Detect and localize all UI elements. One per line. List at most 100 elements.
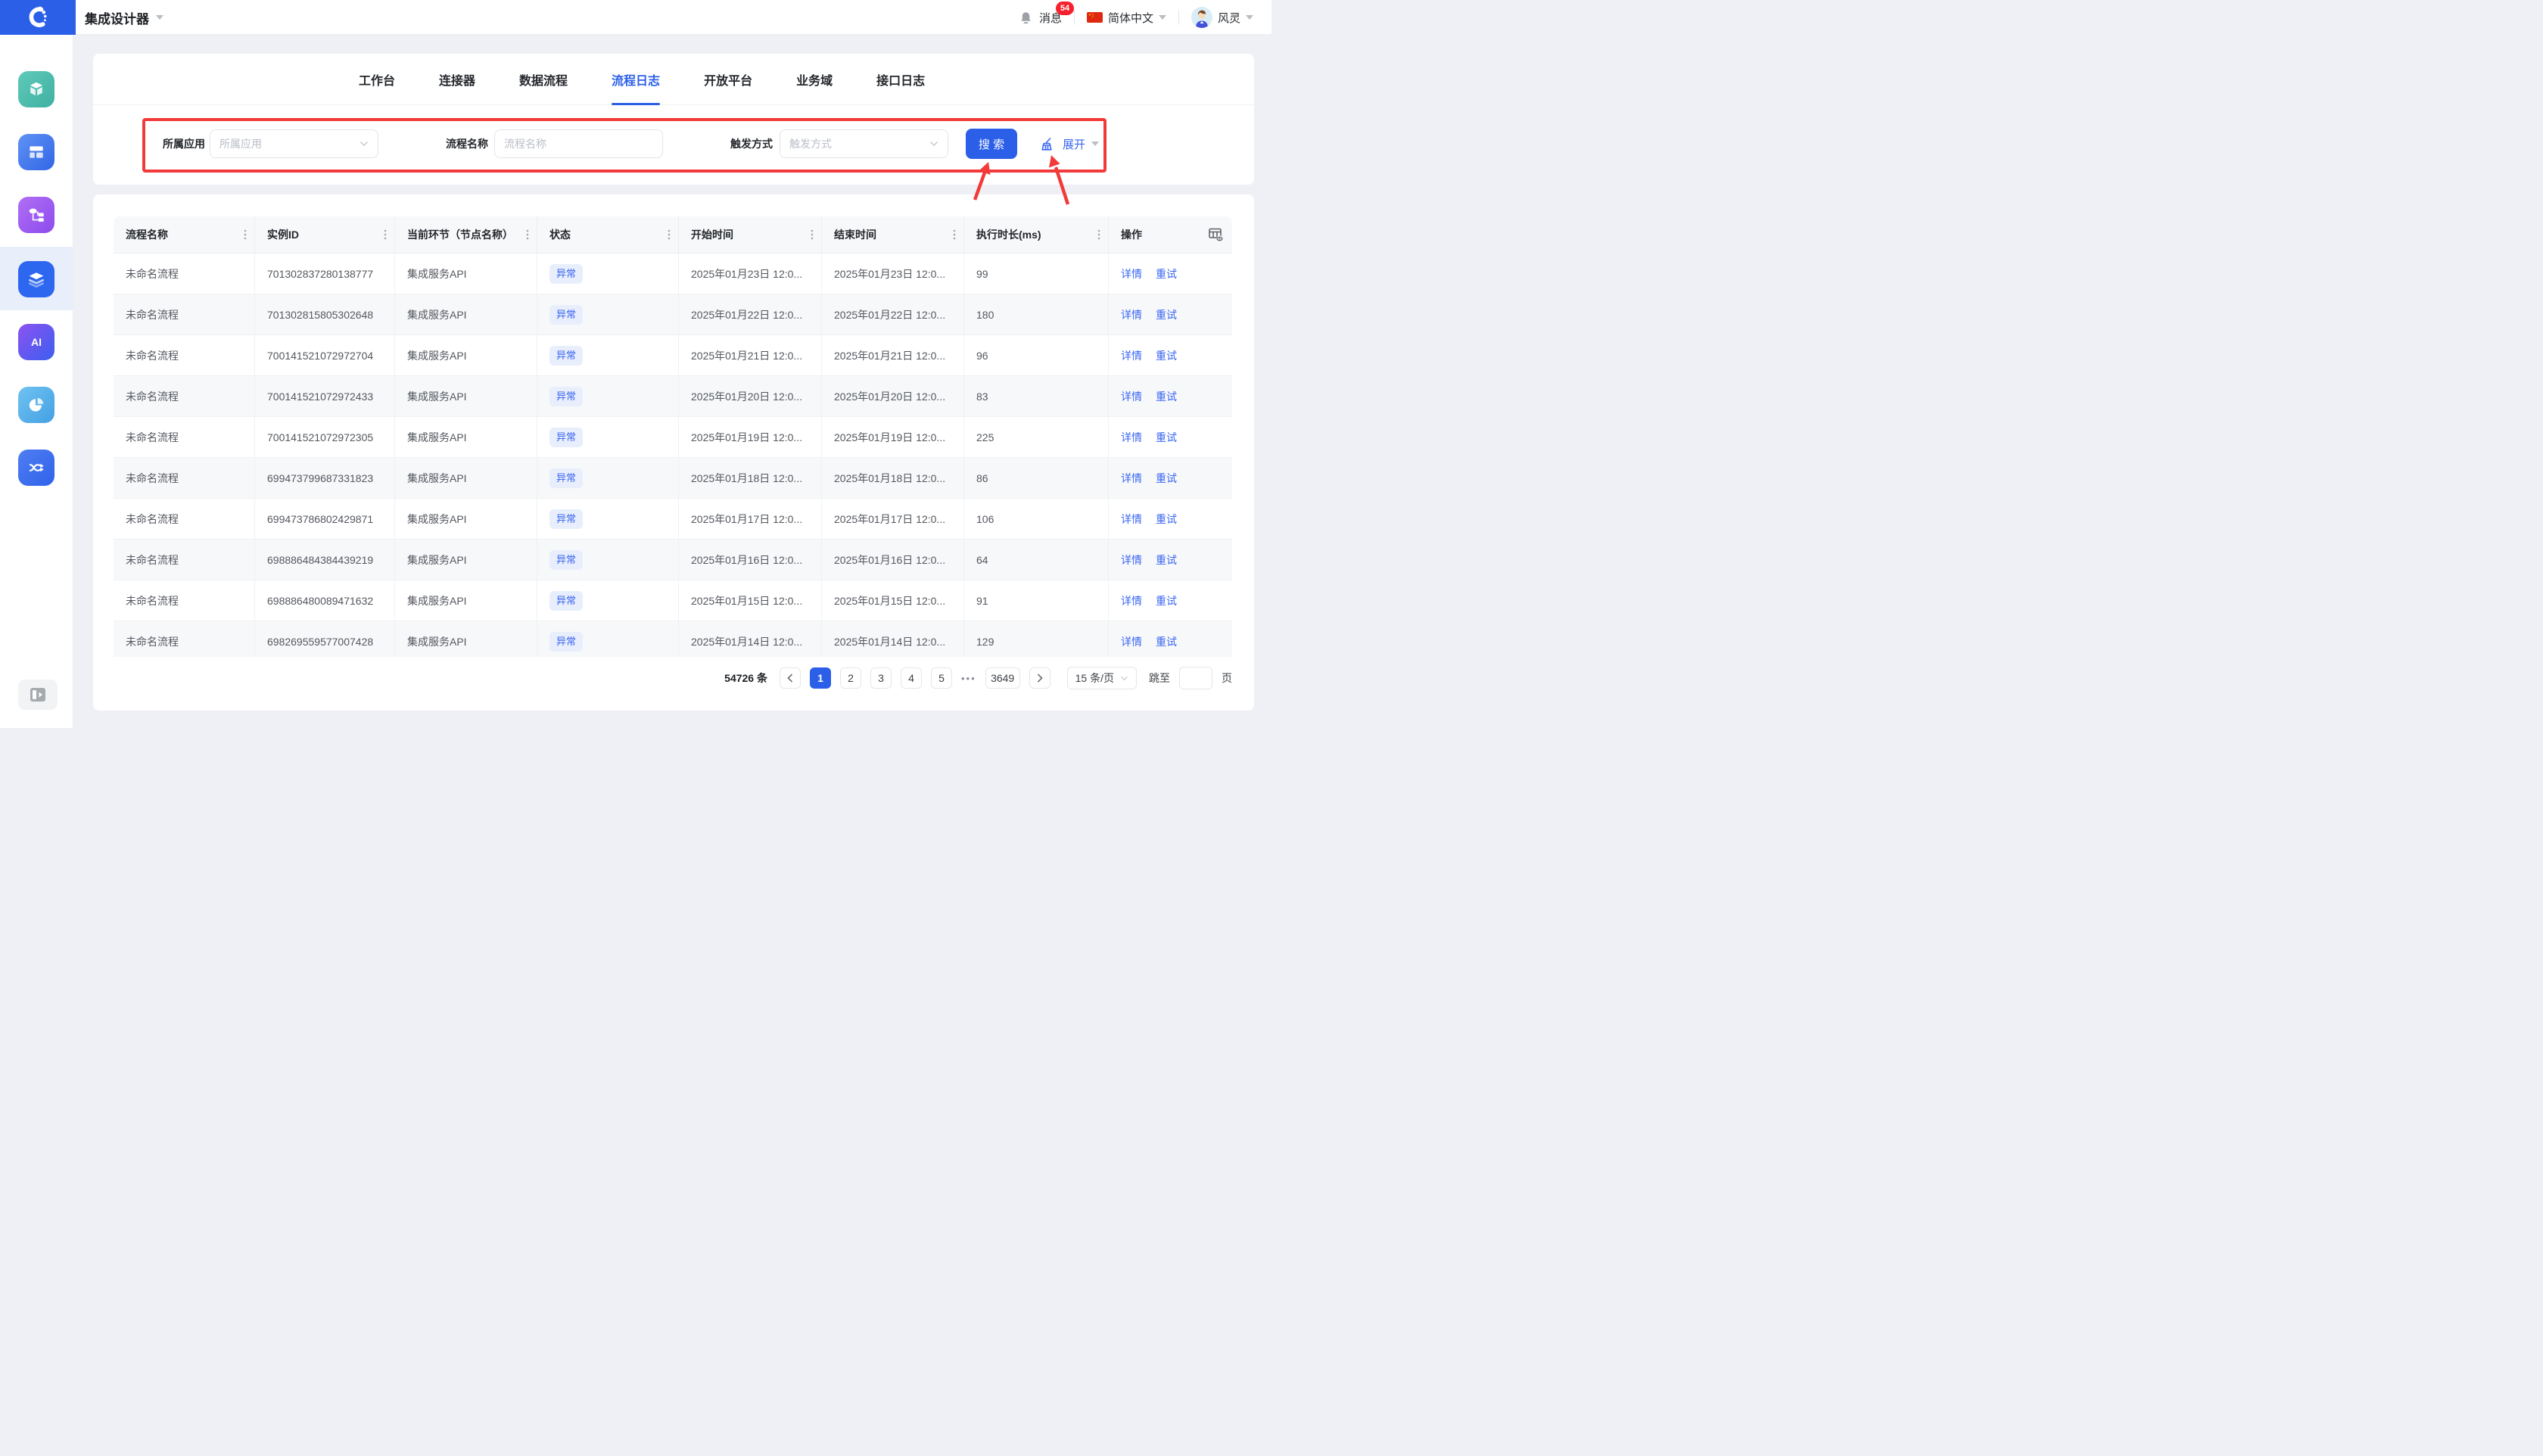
sidebar-item-integrations[interactable] [18,450,54,486]
expand-chevron-down-icon [1091,142,1099,146]
action-详情-link[interactable]: 详情 [1121,512,1142,527]
sidebar-item-analytics[interactable] [18,387,54,423]
column-header-id[interactable]: 实例ID [255,216,395,253]
sidebar-item-flowchart[interactable] [18,197,54,233]
column-menu-icon[interactable] [668,229,671,240]
jump-page-input[interactable] [1179,667,1212,689]
page-button-4[interactable]: 4 [901,667,922,689]
column-header-start[interactable]: 开始时间 [679,216,822,253]
column-header-status[interactable]: 状态 [537,216,679,253]
svg-text:AI: AI [31,336,42,348]
column-header-duration[interactable]: 执行时长(ms) [964,216,1109,253]
expand-filters-link[interactable]: 展开 [1063,129,1099,158]
cell-start-time: 2025年01月14日 12:0... [679,621,822,657]
tab-流程日志[interactable]: 流程日志 [612,54,660,105]
column-menu-icon[interactable] [526,229,529,240]
bell-icon[interactable] [1019,11,1033,25]
action-重试-link[interactable]: 重试 [1156,512,1177,527]
action-重试-link[interactable]: 重试 [1156,266,1177,282]
header-divider [1178,10,1179,25]
column-menu-icon[interactable] [811,229,814,240]
sidebar-item-dashboard[interactable] [18,134,54,170]
action-重试-link[interactable]: 重试 [1156,634,1177,649]
logo-icon [24,4,51,31]
tab-工作台[interactable]: 工作台 [359,54,395,105]
next-page-button[interactable] [1029,667,1051,689]
column-settings-icon[interactable] [1208,227,1225,242]
cell-actions: 详情重试 [1109,580,1232,621]
page-button-5[interactable]: 5 [931,667,952,689]
cell-actions: 详情重试 [1109,294,1232,334]
column-header-end[interactable]: 结束时间 [822,216,964,253]
action-详情-link[interactable]: 详情 [1121,552,1142,568]
action-详情-link[interactable]: 详情 [1121,307,1142,322]
cell-actions: 详情重试 [1109,458,1232,498]
action-重试-link[interactable]: 重试 [1156,430,1177,445]
cell-status: 异常 [537,335,679,375]
tab-接口日志[interactable]: 接口日志 [876,54,925,105]
clear-filters-broom-icon[interactable] [1039,136,1056,153]
page-button-2[interactable]: 2 [840,667,861,689]
title-chevron-down-icon[interactable] [156,15,163,20]
action-详情-link[interactable]: 详情 [1121,348,1142,363]
cell-end-time: 2025年01月17日 12:0... [822,499,964,539]
app-select[interactable]: 所属应用 [210,129,378,158]
language-selector[interactable]: 简体中文 [1087,10,1166,26]
column-menu-icon[interactable] [1097,229,1100,240]
action-详情-link[interactable]: 详情 [1121,471,1142,486]
status-badge: 异常 [549,305,583,325]
cell-node: 集成服务API [395,621,537,657]
status-badge: 异常 [549,387,583,406]
tab-开放平台[interactable]: 开放平台 [704,54,752,105]
action-详情-link[interactable]: 详情 [1121,266,1142,282]
tab-数据流程[interactable]: 数据流程 [519,54,568,105]
action-重试-link[interactable]: 重试 [1156,471,1177,486]
page-size-select[interactable]: 15 条/页 [1067,667,1137,689]
top-header: 集成设计器 消息 54 [0,0,1272,35]
layout-icon [26,142,46,162]
cell-actions: 详情重试 [1109,335,1232,375]
user-menu[interactable]: 风灵 [1191,7,1253,28]
messages-button[interactable]: 消息 54 [1039,10,1062,26]
sidebar-collapse-button[interactable] [18,680,58,710]
column-menu-icon[interactable] [244,229,247,240]
prev-page-button[interactable] [780,667,801,689]
sidebar-item-ai[interactable]: AI [18,324,54,360]
action-重试-link[interactable]: 重试 [1156,593,1177,608]
last-page-button[interactable]: 3649 [985,667,1020,689]
column-menu-icon[interactable] [384,229,387,240]
column-header-node[interactable]: 当前环节（节点名称） [395,216,537,253]
action-详情-link[interactable]: 详情 [1121,430,1142,445]
sidebar-item-cube[interactable] [18,71,54,107]
column-menu-icon[interactable] [953,229,956,240]
action-重试-link[interactable]: 重试 [1156,389,1177,404]
page-button-3[interactable]: 3 [870,667,892,689]
column-header-name[interactable]: 流程名称 [114,216,255,253]
table-row: 未命名流程701302815805302648集成服务API异常2025年01月… [114,294,1232,335]
action-重试-link[interactable]: 重试 [1156,348,1177,363]
page-ellipsis[interactable]: ••• [961,673,976,684]
status-badge: 异常 [549,632,583,652]
table-row: 未命名流程698886484384439219集成服务API异常2025年01月… [114,540,1232,580]
action-重试-link[interactable]: 重试 [1156,307,1177,322]
status-badge: 异常 [549,428,583,447]
cell-status: 异常 [537,621,679,657]
action-详情-link[interactable]: 详情 [1121,634,1142,649]
page-button-1[interactable]: 1 [810,667,831,689]
cell-duration: 106 [964,499,1109,539]
tab-连接器[interactable]: 连接器 [439,54,475,105]
search-button[interactable]: 搜 索 [966,129,1017,159]
action-详情-link[interactable]: 详情 [1121,593,1142,608]
flow-name-input[interactable] [494,129,663,158]
table-row: 未命名流程698269559577007428集成服务API异常2025年01月… [114,621,1232,657]
tab-业务域[interactable]: 业务域 [796,54,833,105]
ai-icon: AI [26,332,46,352]
action-详情-link[interactable]: 详情 [1121,389,1142,404]
action-重试-link[interactable]: 重试 [1156,552,1177,568]
chevron-left-icon [787,674,793,683]
table-row: 未命名流程700141521072972305集成服务API异常2025年01月… [114,417,1232,458]
cell-start-time: 2025年01月22日 12:0... [679,294,822,334]
sidebar-item-process-logs[interactable] [18,261,54,297]
trigger-select[interactable]: 触发方式 [780,129,948,158]
column-header-actions[interactable]: 操作 [1109,216,1232,253]
